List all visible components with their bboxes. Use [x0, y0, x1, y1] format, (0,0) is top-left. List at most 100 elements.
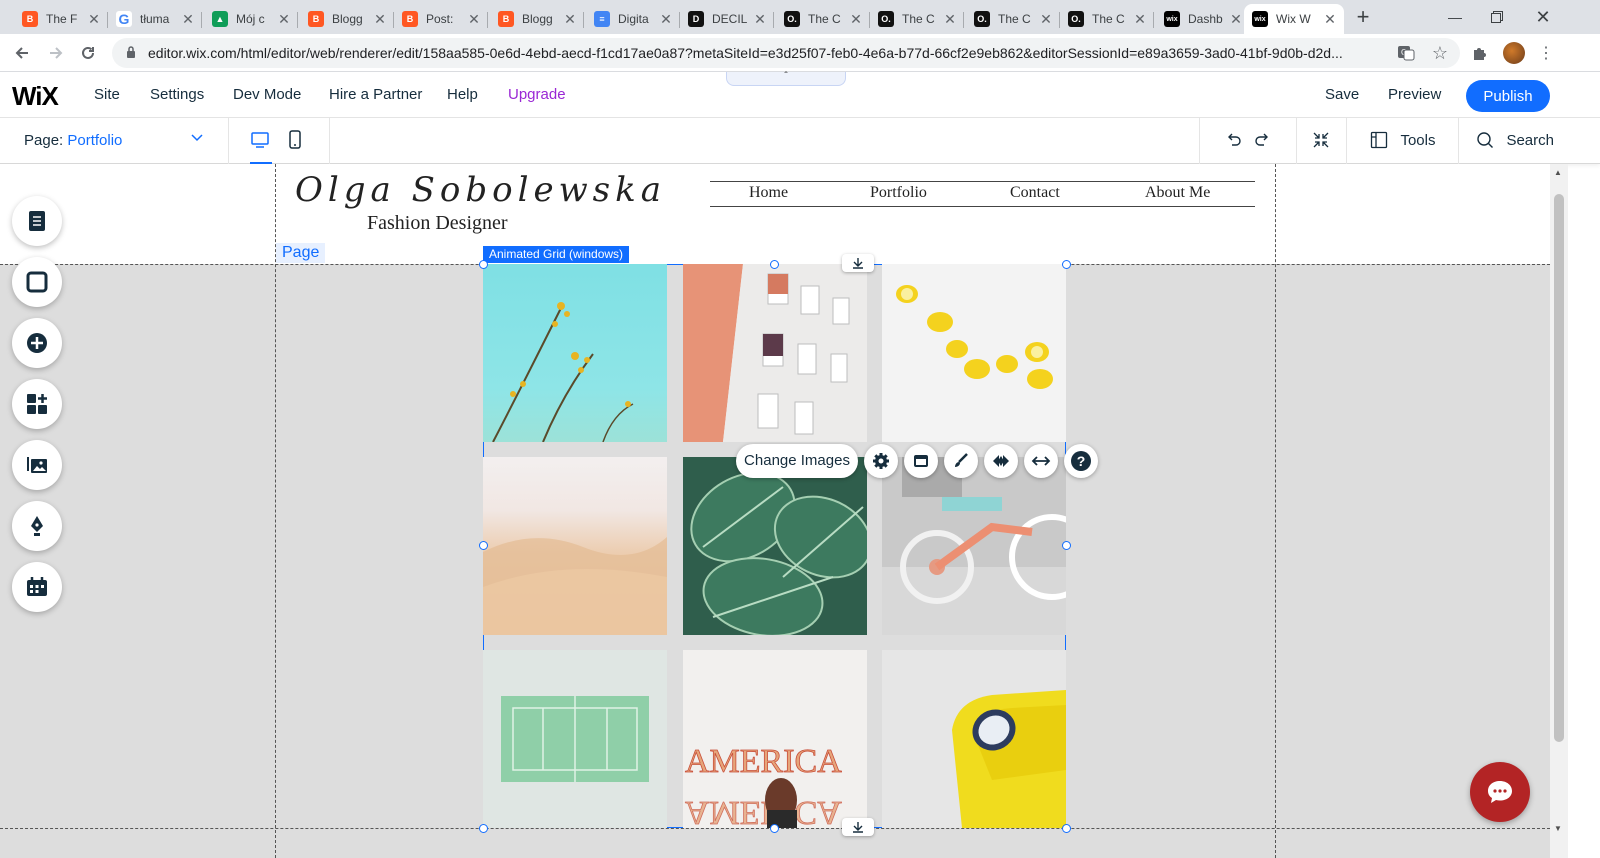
extensions-icon[interactable]	[1468, 41, 1492, 65]
grid-image-tennis-court[interactable]	[483, 650, 667, 828]
layout-button[interactable]	[904, 444, 938, 478]
wix-logo[interactable]: WiX	[12, 81, 59, 112]
pages-menu-button[interactable]	[12, 196, 62, 246]
nav-home[interactable]: Home	[749, 184, 788, 202]
site-design-button[interactable]	[12, 257, 62, 307]
scroll-up-arrow-icon[interactable]: ▲	[1554, 168, 1562, 177]
browser-tab[interactable]: O. The C ✕	[1060, 4, 1154, 34]
browser-tab[interactable]: Gtłuma ✕	[108, 4, 202, 34]
menu-dev-mode[interactable]: Dev Mode	[233, 86, 301, 103]
translate-icon[interactable]: G	[1394, 41, 1418, 65]
desktop-view-button[interactable]	[250, 130, 272, 165]
add-elements-button[interactable]	[12, 318, 62, 368]
nav-portfolio[interactable]: Portfolio	[870, 184, 927, 202]
new-tab-button[interactable]: +	[1350, 6, 1376, 30]
close-tab-icon[interactable]: ✕	[562, 11, 578, 28]
chat-button[interactable]	[1470, 762, 1530, 822]
browser-tab[interactable]: B Post: ✕	[394, 4, 488, 34]
grid-image-bicycle[interactable]	[882, 457, 1066, 635]
help-button[interactable]: ?	[1064, 444, 1098, 478]
editor-canvas[interactable]: Olga Sobolewska Fashion Designer Home Po…	[0, 164, 1550, 858]
grid-image-lemons[interactable]	[882, 264, 1066, 442]
save-button[interactable]: Save	[1325, 86, 1359, 103]
search-button[interactable]: Search	[1476, 131, 1554, 151]
profile-avatar[interactable]	[1502, 41, 1526, 65]
close-tab-icon[interactable]: ✕	[180, 11, 196, 28]
site-subtitle[interactable]: Fashion Designer	[367, 212, 508, 235]
restore-button[interactable]	[1474, 0, 1520, 34]
menu-upgrade[interactable]: Upgrade	[508, 86, 566, 103]
menu-settings[interactable]: Settings	[150, 86, 204, 103]
blog-button[interactable]	[12, 501, 62, 551]
minimize-button[interactable]: —	[1432, 0, 1478, 34]
browser-tab[interactable]: ▲ Mój c ✕	[204, 4, 298, 34]
scroll-down-arrow-icon[interactable]: ▼	[1554, 824, 1562, 833]
close-window-button[interactable]: ✕	[1520, 0, 1566, 34]
settings-button[interactable]	[864, 444, 898, 478]
add-apps-button[interactable]	[12, 379, 62, 429]
menu-site[interactable]: Site	[94, 86, 120, 103]
forward-button[interactable]	[44, 41, 68, 65]
site-title[interactable]: Olga Sobolewska	[295, 170, 666, 210]
close-tab-icon[interactable]: ✕	[1322, 11, 1338, 28]
scrollbar-thumb[interactable]	[1554, 194, 1564, 742]
close-tab-icon[interactable]: ✕	[466, 11, 482, 28]
zoom-out-button[interactable]	[1312, 131, 1330, 154]
close-tab-icon[interactable]: ✕	[752, 11, 768, 28]
collapse-toolbar-toggle[interactable]: ˆ	[726, 72, 846, 86]
nav-contact[interactable]: Contact	[1010, 184, 1060, 202]
change-images-button[interactable]: Change Images	[736, 444, 858, 478]
browser-tab[interactable]: O. The C ✕	[776, 4, 870, 34]
browser-tab[interactable]: B Blogg ✕	[300, 4, 394, 34]
close-tab-icon[interactable]: ✕	[276, 11, 292, 28]
tools-button[interactable]: Tools	[1370, 131, 1435, 151]
bookings-button[interactable]	[12, 562, 62, 612]
close-tab-icon[interactable]: ✕	[848, 11, 864, 28]
menu-help[interactable]: Help	[447, 86, 478, 103]
browser-tab[interactable]: D DECIL ✕	[680, 4, 774, 34]
animation-button[interactable]	[984, 444, 1018, 478]
close-tab-icon[interactable]: ✕	[1228, 11, 1244, 28]
close-tab-icon[interactable]: ✕	[372, 11, 388, 28]
stretch-button[interactable]	[1024, 444, 1058, 478]
reload-button[interactable]	[76, 41, 100, 65]
redo-button[interactable]	[1254, 131, 1272, 154]
browser-tab[interactable]: wix Wix W ✕	[1244, 4, 1344, 34]
close-tab-icon[interactable]: ✕	[86, 11, 102, 28]
browser-menu-icon[interactable]: ⋮	[1534, 41, 1558, 65]
browser-tab[interactable]: O. The C ✕	[966, 4, 1060, 34]
mobile-view-button[interactable]	[288, 130, 302, 152]
grid-image-building-facade[interactable]	[683, 264, 867, 442]
browser-tab[interactable]: O. The C ✕	[870, 4, 964, 34]
grid-image-yellow-sofa[interactable]	[882, 650, 1066, 828]
grid-image-striped-leaves[interactable]	[683, 457, 867, 635]
browser-tab[interactable]: B Blogg ✕	[490, 4, 584, 34]
grid-image-america-sign[interactable]: AMERICA AMERICA	[683, 650, 867, 828]
menu-hire-partner[interactable]: Hire a Partner	[329, 86, 422, 103]
page-selector[interactable]: Page: Portfolio	[24, 132, 206, 152]
design-button[interactable]	[944, 444, 978, 478]
media-button[interactable]	[12, 440, 62, 490]
undo-icon	[1228, 133, 1241, 146]
browser-tab[interactable]: B The F ✕	[14, 4, 108, 34]
undo-button[interactable]	[1224, 131, 1242, 154]
vertical-scrollbar[interactable]: ▲ ▼	[1550, 164, 1568, 858]
stretch-top-button[interactable]	[842, 254, 874, 272]
browser-tab[interactable]: ≡ Digita ✕	[586, 4, 680, 34]
bookmark-star-icon[interactable]: ☆	[1428, 41, 1452, 65]
grid-image-flowers-sky[interactable]	[483, 264, 667, 442]
nav-about-me[interactable]: About Me	[1145, 184, 1210, 202]
back-button[interactable]	[10, 41, 34, 65]
browser-tab[interactable]: wix Dashb ✕	[1156, 4, 1250, 34]
preview-button[interactable]: Preview	[1388, 86, 1441, 103]
close-tab-icon[interactable]: ✕	[658, 11, 674, 28]
site-header[interactable]	[0, 164, 1550, 264]
close-tab-icon[interactable]: ✕	[942, 11, 958, 28]
close-tab-icon[interactable]: ✕	[1132, 11, 1148, 28]
publish-button[interactable]: Publish	[1466, 80, 1550, 112]
site-nav[interactable]: Home Portfolio Contact About Me	[710, 181, 1255, 207]
url-field[interactable]: editor.wix.com/html/editor/web/renderer/…	[112, 38, 1460, 68]
stretch-bottom-button[interactable]	[842, 818, 874, 836]
grid-image-desert-dunes[interactable]	[483, 457, 667, 635]
close-tab-icon[interactable]: ✕	[1038, 11, 1054, 28]
